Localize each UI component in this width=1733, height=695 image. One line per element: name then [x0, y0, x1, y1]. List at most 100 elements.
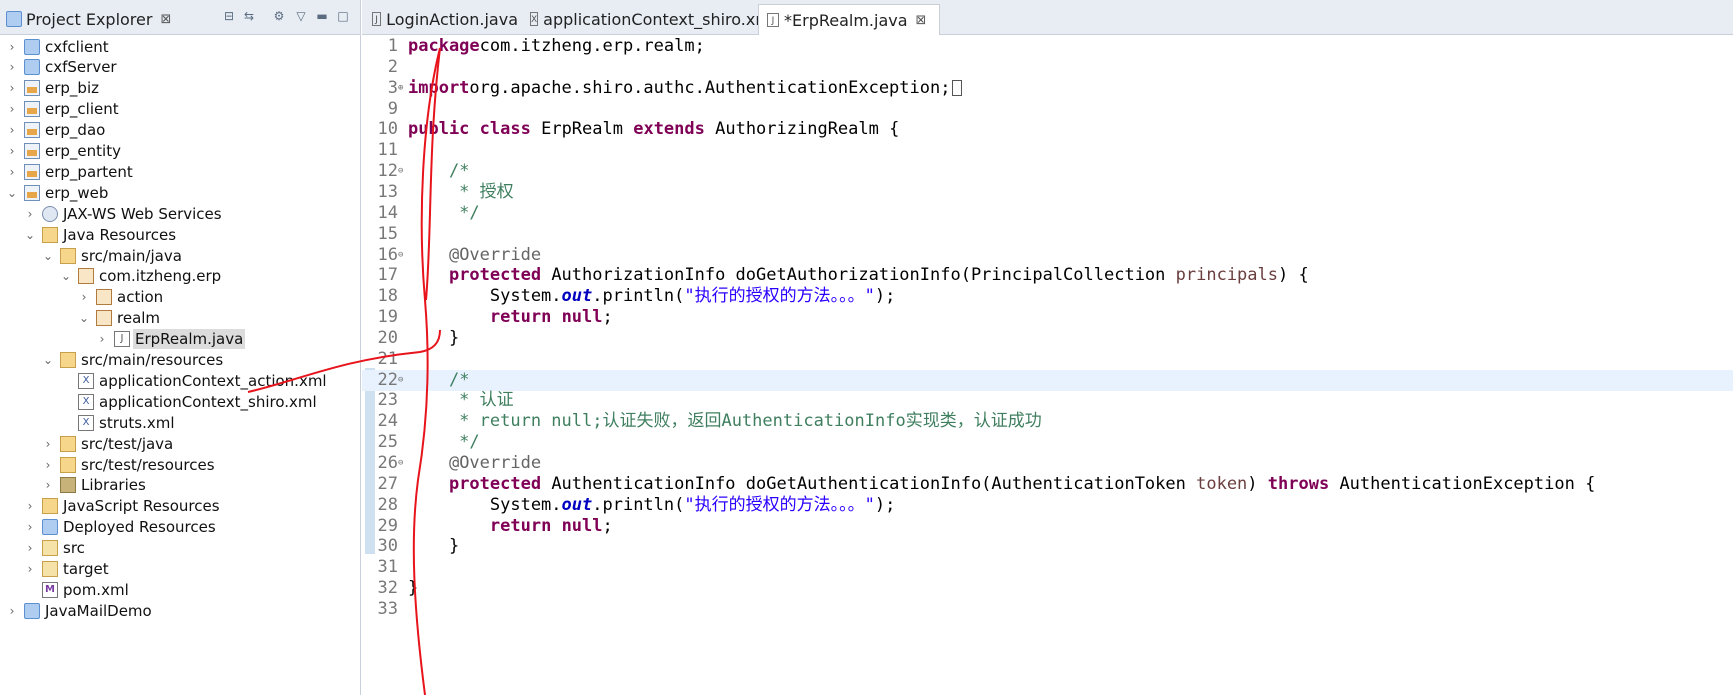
line-number: 10: [377, 119, 398, 140]
editor-tab[interactable]: J *ErpRealm.java ⊠: [758, 4, 940, 35]
collapsed-arrow-icon[interactable]: ›: [42, 478, 54, 492]
tree-item[interactable]: › erp_dao: [0, 120, 360, 141]
collapsed-arrow-icon[interactable]: ›: [6, 60, 18, 74]
code-token: System.: [408, 494, 562, 515]
deployed-resources-icon: [42, 519, 58, 536]
collapsed-block-marker[interactable]: [952, 79, 963, 96]
source-folder-icon: [60, 435, 76, 452]
tree-item[interactable]: › erp_client: [0, 99, 360, 120]
tree-item[interactable]: › erp_biz: [0, 78, 360, 99]
expanded-arrow-icon[interactable]: ⌄: [78, 311, 90, 325]
line-number: 18: [377, 286, 398, 307]
code-token: * 授权: [408, 181, 514, 202]
editor-tab[interactable]: J LoginAction.java: [364, 4, 518, 34]
code-text: * 认证: [408, 390, 513, 411]
editor-tab[interactable]: XapplicationContext_shiro.xml: [522, 4, 775, 34]
code-token: */: [408, 432, 480, 453]
tree-item[interactable]: XapplicationContext_action.xml: [0, 370, 360, 391]
editor-tab-bar: J LoginAction.java XapplicationContext_shi…: [362, 0, 1733, 35]
collapsed-arrow-icon[interactable]: ›: [24, 207, 36, 221]
view-menu-icon[interactable]: ▽: [294, 10, 308, 22]
collapsed-arrow-icon[interactable]: ›: [96, 332, 108, 346]
tree-item[interactable]: ⌄ src/main/java: [0, 245, 360, 266]
collapsed-arrow-icon[interactable]: ›: [6, 165, 18, 179]
collapse-all-icon[interactable]: ⊟: [222, 10, 236, 22]
code-token: .println(: [592, 494, 685, 515]
collapsed-arrow-icon[interactable]: ›: [24, 520, 36, 534]
xml-file-icon: X: [78, 414, 94, 431]
collapsed-arrow-icon[interactable]: ›: [6, 40, 18, 54]
tree-item[interactable]: › target: [0, 559, 360, 580]
expanded-arrow-icon[interactable]: ⌄: [42, 353, 54, 367]
tree-item-label: target: [63, 560, 109, 578]
xml-file-icon: X: [530, 12, 539, 26]
collapsed-arrow-icon[interactable]: ›: [24, 499, 36, 513]
collapse-fold-icon[interactable]: ⊖: [398, 245, 406, 266]
code-line: 25 */: [362, 432, 1733, 453]
tree-item[interactable]: › cxfServer: [0, 57, 360, 78]
project-explorer-panel: Project Explorer ⊠ ⊟ ⇆ ⚙ ▽ ▬ □ › cxfclien…: [0, 0, 361, 695]
code-line: 31: [362, 557, 1733, 578]
collapsed-arrow-icon[interactable]: ›: [24, 541, 36, 555]
line-number: 15: [377, 223, 398, 244]
collapsed-arrow-icon[interactable]: ›: [6, 144, 18, 158]
explorer-tab-bar: Project Explorer ⊠ ⊟ ⇆ ⚙ ▽ ▬ □: [0, 0, 360, 35]
code-token: principals: [1175, 265, 1278, 286]
tree-item[interactable]: › Libraries: [0, 475, 360, 496]
expanded-arrow-icon[interactable]: ⌄: [60, 269, 72, 283]
link-with-editor-icon[interactable]: ⇆: [242, 10, 256, 22]
tree-item[interactable]: ⌄ src/main/resources: [0, 350, 360, 371]
collapsed-arrow-icon[interactable]: ›: [42, 437, 54, 451]
collapsed-arrow-icon[interactable]: ›: [78, 290, 90, 304]
tree-item[interactable]: ⌄ realm: [0, 308, 360, 329]
tree-item[interactable]: › action: [0, 287, 360, 308]
tree-item[interactable]: › erp_entity: [0, 141, 360, 162]
line-number: 29: [377, 515, 398, 536]
maven-project-icon: [24, 122, 40, 139]
tree-item[interactable]: › src/test/resources: [0, 454, 360, 475]
tree-item[interactable]: Mpom.xml: [0, 579, 360, 600]
tree-item-label: ErpRealm.java: [133, 329, 246, 350]
tree-item[interactable]: XapplicationContext_shiro.xml: [0, 391, 360, 412]
tree-item[interactable]: › src/test/java: [0, 433, 360, 454]
expanded-arrow-icon[interactable]: ⌄: [6, 186, 18, 200]
tree-item[interactable]: ⌄ com.itzheng.erp: [0, 266, 360, 287]
minimize-icon[interactable]: ▬: [315, 10, 329, 22]
close-icon[interactable]: ⊠: [160, 12, 171, 27]
tree-item[interactable]: ⌄ Java Resources: [0, 224, 360, 245]
tree-item[interactable]: ⌄ erp_web: [0, 182, 360, 203]
maximize-icon[interactable]: □: [336, 10, 350, 22]
tree-item-label: erp_biz: [45, 79, 99, 98]
collapse-fold-icon[interactable]: ⊖: [398, 370, 406, 391]
collapse-fold-icon[interactable]: ⊖: [398, 453, 406, 474]
collapsed-arrow-icon[interactable]: ›: [6, 81, 18, 95]
collapsed-arrow-icon[interactable]: ›: [6, 102, 18, 116]
tree-item[interactable]: › JavaMailDemo: [0, 600, 360, 621]
collapsed-arrow-icon[interactable]: ›: [6, 123, 18, 137]
tree-item[interactable]: › cxfclient: [0, 36, 360, 57]
tree-item[interactable]: › Deployed Resources: [0, 517, 360, 538]
tree-item[interactable]: Xstruts.xml: [0, 412, 360, 433]
tree-item[interactable]: › src: [0, 538, 360, 559]
collapsed-arrow-icon[interactable]: ›: [6, 604, 18, 618]
tree-item-label: Deployed Resources: [63, 518, 216, 537]
code-token: "执行的授权的方法。。。": [684, 494, 875, 515]
filter-icon[interactable]: ⚙: [272, 10, 286, 22]
tree-item[interactable]: › J ErpRealm.java: [0, 329, 360, 350]
code-token: throws: [1267, 473, 1330, 494]
tree-item-label: erp_web: [45, 183, 109, 202]
code-area[interactable]: 1 packagecom.itzheng.erp.realm; 2 3 ⊕ importo…: [362, 34, 1733, 695]
collapsed-arrow-icon[interactable]: ›: [24, 562, 36, 576]
line-number: 25: [377, 432, 398, 453]
tree-item[interactable]: › JAX-WS Web Services: [0, 203, 360, 224]
collapsed-arrow-icon[interactable]: ›: [42, 458, 54, 472]
tree-item[interactable]: › JavaScript Resources: [0, 496, 360, 517]
tree-item[interactable]: › erp_partent: [0, 161, 360, 182]
expand-fold-icon[interactable]: ⊕: [398, 78, 406, 99]
expanded-arrow-icon[interactable]: ⌄: [42, 249, 54, 263]
expanded-arrow-icon[interactable]: ⌄: [24, 228, 36, 242]
collapse-fold-icon[interactable]: ⊖: [398, 161, 406, 182]
close-tab-icon[interactable]: ⊠: [916, 13, 927, 28]
